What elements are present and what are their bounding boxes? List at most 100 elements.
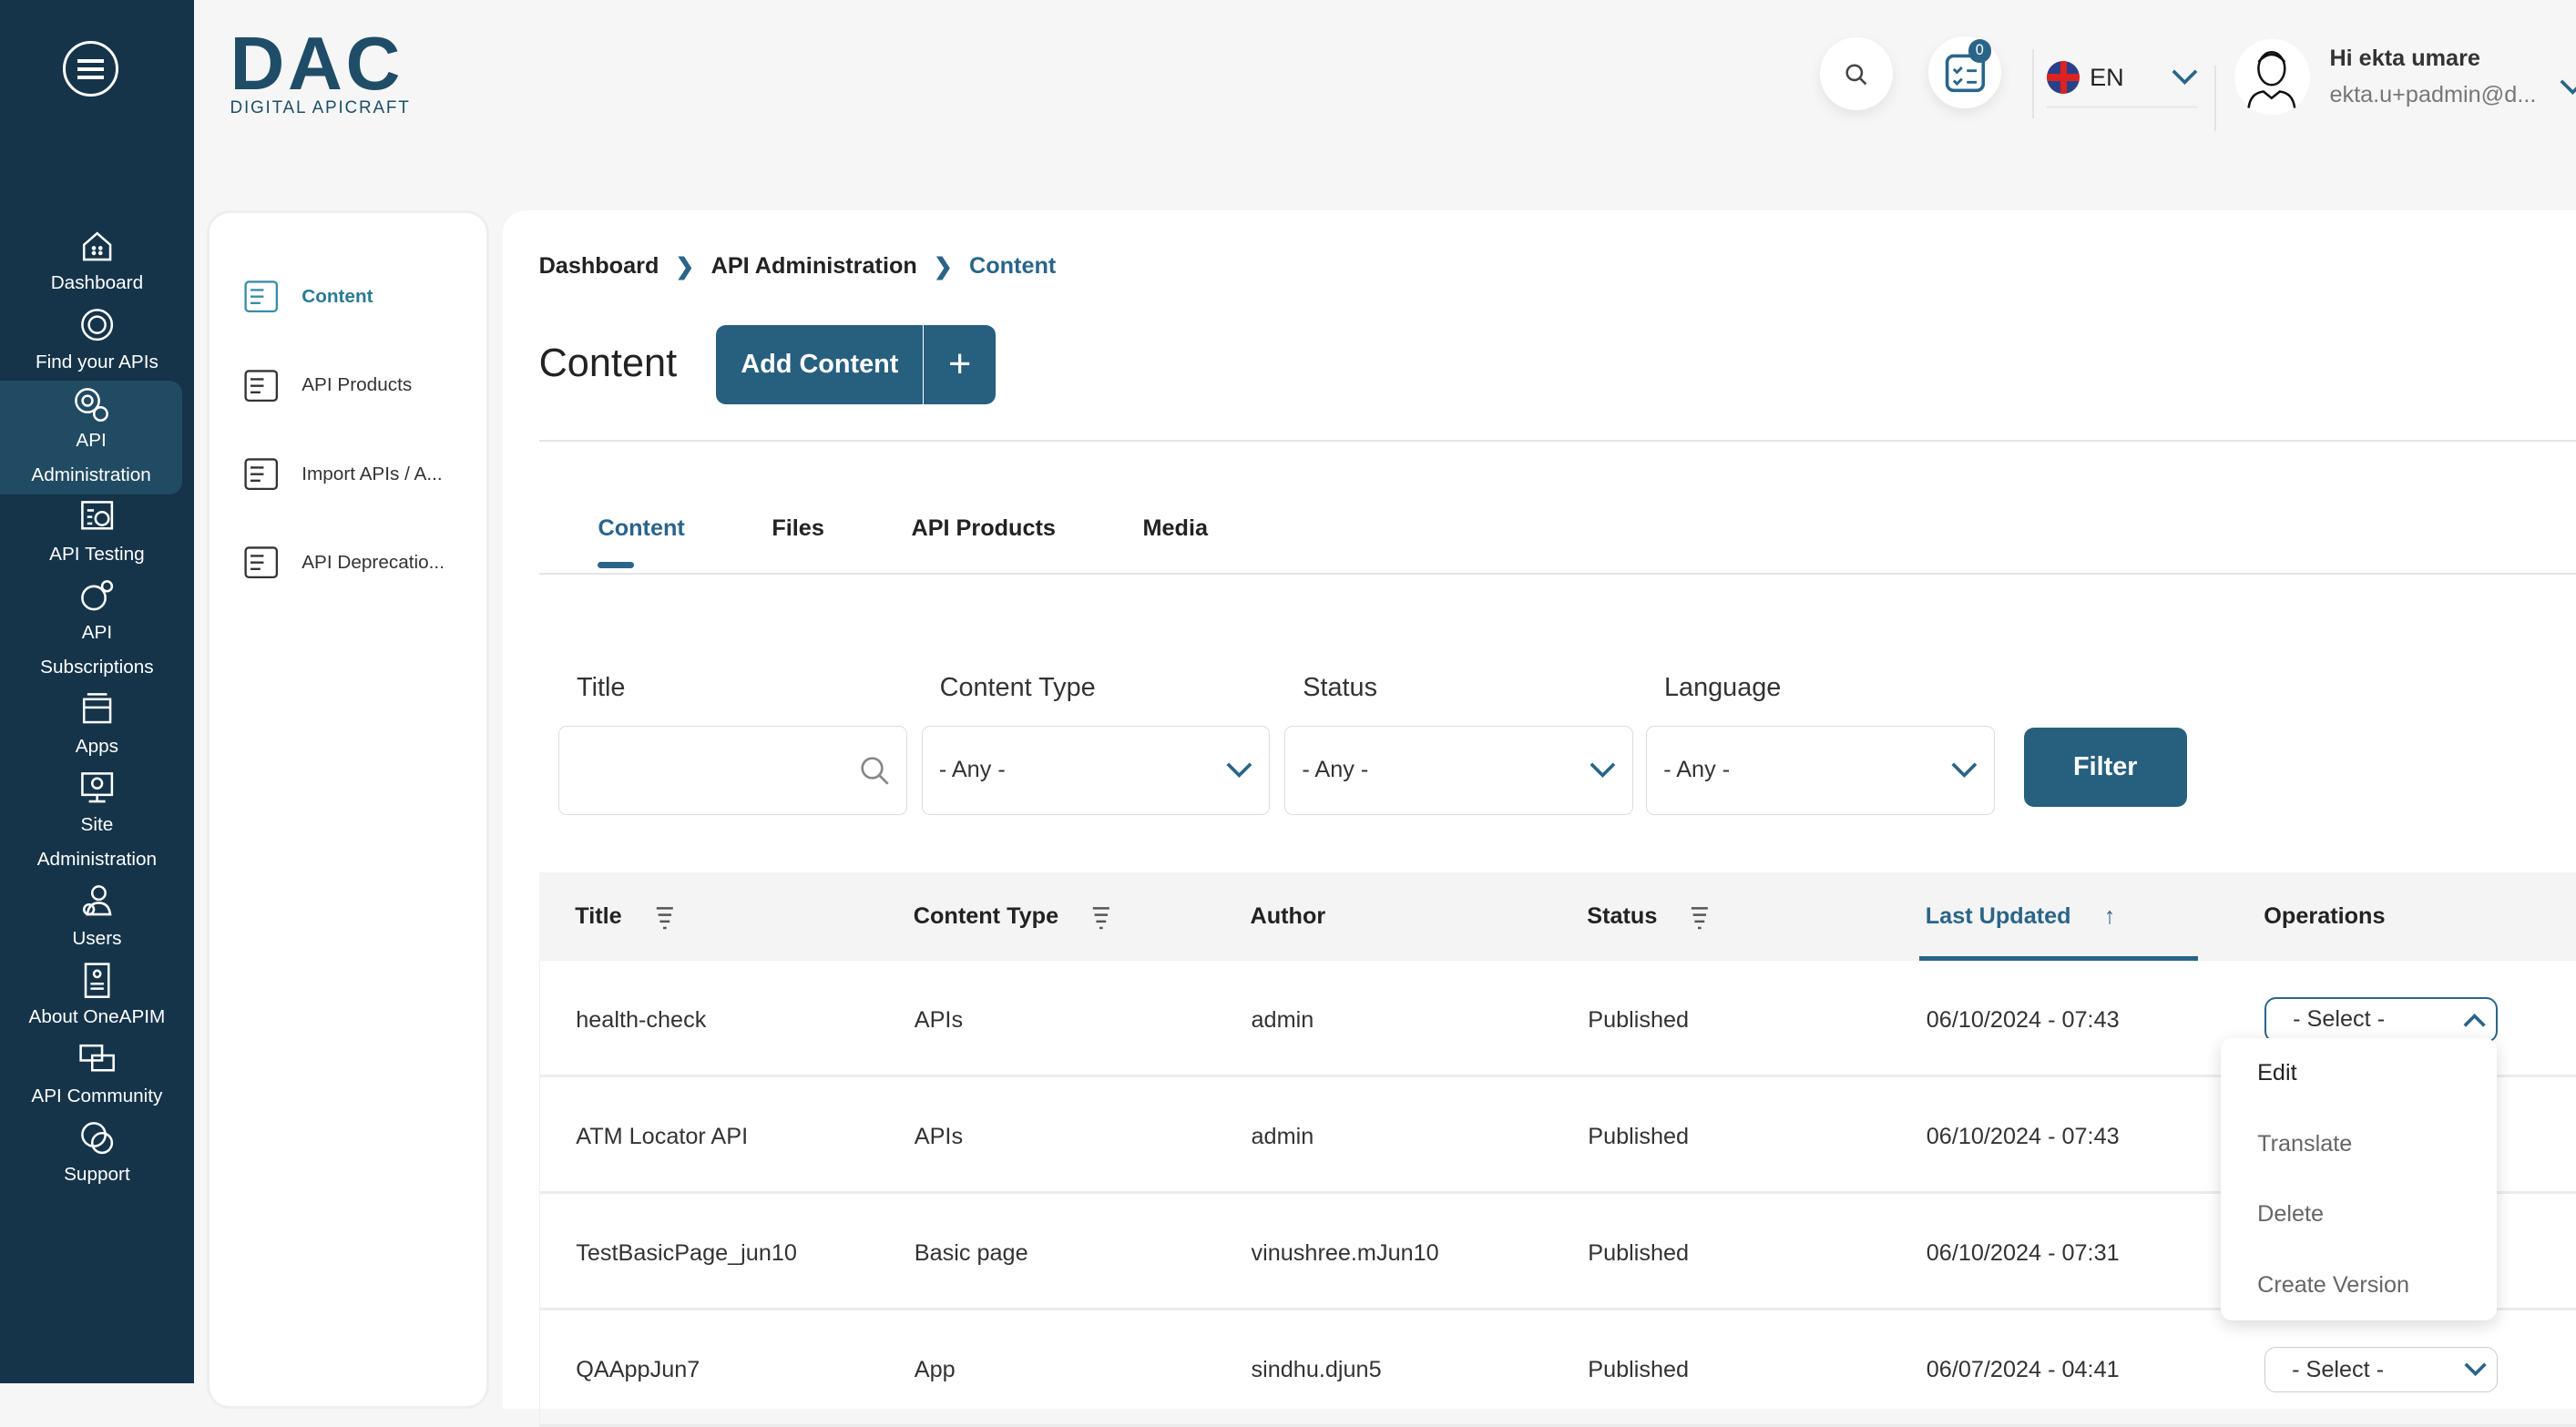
chat-icon [79,1045,115,1072]
subnav-item-api-products[interactable]: API Products [210,341,486,430]
chevron-down-icon [2560,79,2576,95]
cell-title[interactable]: QAAppJun7 [576,1357,700,1383]
sidebar-item-label: About OneAPIM [28,1006,166,1028]
menu-item-delete[interactable]: Delete [2221,1179,2497,1250]
column-header-label: Author [1250,902,1326,929]
home-icon [82,231,112,261]
sidebar-item-api-testing[interactable]: API Testing [0,494,194,574]
content-type-value: - Any - [938,757,1006,783]
column-header-title[interactable]: Title [575,903,674,930]
cell-status: Published [1588,1356,1690,1382]
tab-media[interactable]: Media [1143,515,1209,542]
search-button[interactable] [1820,37,1893,110]
sort-icon [1092,907,1110,930]
language-select[interactable]: - Any - [1646,726,1995,815]
tab-files[interactable]: Files [772,515,824,542]
logo-text: DIGITAL APICRAFT [230,98,411,118]
sidebar-item-api-administration[interactable]: API Administration [0,381,183,494]
breadcrumb-api-administration[interactable]: API Administration [711,253,917,280]
subscription-icon [80,580,113,611]
cell-author: vinushree.mJun10 [1251,1239,1439,1266]
chevron-down-icon [2464,1362,2488,1377]
cell-author: sindhu.djun5 [1251,1356,1382,1382]
sort-ascending-icon: ↑ [2103,902,2116,929]
sidebar-item-label: Dashboard [50,272,144,294]
title-search-input[interactable] [558,726,907,815]
title-filter-label: Title [577,673,626,703]
chevron-down-icon [1951,762,1977,778]
cell-title[interactable]: health-check [576,1007,706,1034]
breadcrumb-dashboard[interactable]: Dashboard [539,253,659,280]
apps-icon [82,693,112,724]
column-header-author: Author [1251,903,1326,930]
subnav-item-label: Content [302,285,373,307]
subnav-item-content[interactable]: Content [210,252,486,341]
testing-icon [80,501,113,530]
subnav-item-label: API Products [302,374,413,396]
sidebar-item-about-oneapim[interactable]: About OneAPIM [0,957,194,1036]
column-header-status[interactable]: Status [1587,903,1710,930]
sidebar-item-support[interactable]: Support [0,1115,194,1194]
cell-last-updated: 06/10/2024 - 07:43 [1926,1006,2120,1033]
tasks-button[interactable]: 0 [1928,36,2001,109]
user-email: ekta.u+padmin@d... [2329,82,2537,108]
cell-content-type: APIs [914,1123,964,1149]
sidebar-item-label: API Subscriptions [40,622,154,678]
sidebar-item-users[interactable]: Users [0,879,194,958]
cell-content-type: Basic page [914,1239,1028,1266]
subnav-item-api-deprecatio[interactable]: API Deprecatio... [210,518,486,606]
cell-last-updated: 06/10/2024 - 07:43 [1926,1123,2120,1149]
add-content-label: Add Content [741,349,899,379]
filter-button[interactable]: Filter [2023,727,2187,807]
chevron-right-icon: ❯ [933,253,953,280]
cell-title[interactable]: TestBasicPage_jun10 [576,1240,797,1267]
menu-item-edit[interactable]: Edit [2221,1038,2497,1109]
column-header-last-updated[interactable]: Last Updated ↑ [1926,903,2116,930]
column-header-label: Status [1587,902,1658,929]
sidebar-item-api-community[interactable]: API Community [0,1036,194,1116]
plus-icon: + [923,325,995,404]
menu-item-create-version[interactable]: Create Version [2221,1249,2497,1320]
sidebar-item-api-subscriptions[interactable]: API Subscriptions [0,573,194,686]
chevron-down-icon [1590,762,1616,778]
sidebar-item-find-your-apis[interactable]: Find your APIs [0,302,194,382]
language-selector[interactable]: EN [2047,49,2199,109]
api-products-icon [244,369,279,402]
subnav-item-import-apis-a[interactable]: Import APIs / A... [210,430,486,518]
operations-select[interactable]: - Select - [2264,1346,2499,1393]
status-select[interactable]: - Any - [1284,726,1633,815]
content-edit-icon [244,280,279,313]
chevron-down-icon [2172,69,2198,86]
sidebar-item-dashboard[interactable]: Dashboard [0,223,194,302]
divider [2032,49,2034,118]
divider [538,573,2576,576]
sidebar-item-apps[interactable]: Apps [0,687,194,766]
logo[interactable]: DAC DIGITAL APICRAFT [230,25,411,118]
column-header-label: Last Updated [1925,902,2071,929]
column-header-content-type[interactable]: Content Type [914,903,1111,930]
content-type-select[interactable]: - Any - [921,726,1271,815]
sidebar-item-label: Support [64,1164,130,1186]
column-header-operations: Operations [2264,903,2385,930]
divider [2214,66,2216,132]
hamburger-menu-button[interactable] [62,41,118,97]
table-row: QAAppJun7 App sindhu.djun5 Published 06/07/2… [538,1310,2576,1427]
operations-dropdown-menu: Edit Translate Delete Create Version [2221,1037,2498,1321]
gears-icon [75,388,109,422]
uk-flag-icon [2047,61,2080,95]
tabs: Content Files API Products Media [598,515,1209,569]
cell-content-type: App [914,1356,956,1382]
avatar [2234,39,2310,116]
cell-last-updated: 06/10/2024 - 07:31 [1926,1239,2120,1266]
tab-content[interactable]: Content [598,515,685,569]
operations-select[interactable]: - Select - [2264,996,2499,1044]
page-title: Content [538,341,678,386]
sidebar-item-site-administration[interactable]: Site Administration [0,765,194,878]
cell-title[interactable]: ATM Locator API [576,1124,748,1150]
sub-navigation: Content API Products Import APIs / A... API… [207,209,490,1410]
menu-item-translate[interactable]: Translate [2221,1108,2497,1179]
user-menu[interactable]: Hi ekta umare ekta.u+padmin@d... [2234,39,2576,116]
sidebar-item-label: Apps [75,735,119,757]
add-content-button[interactable]: Add Content + [716,325,996,404]
tab-api-products[interactable]: API Products [911,515,1055,542]
